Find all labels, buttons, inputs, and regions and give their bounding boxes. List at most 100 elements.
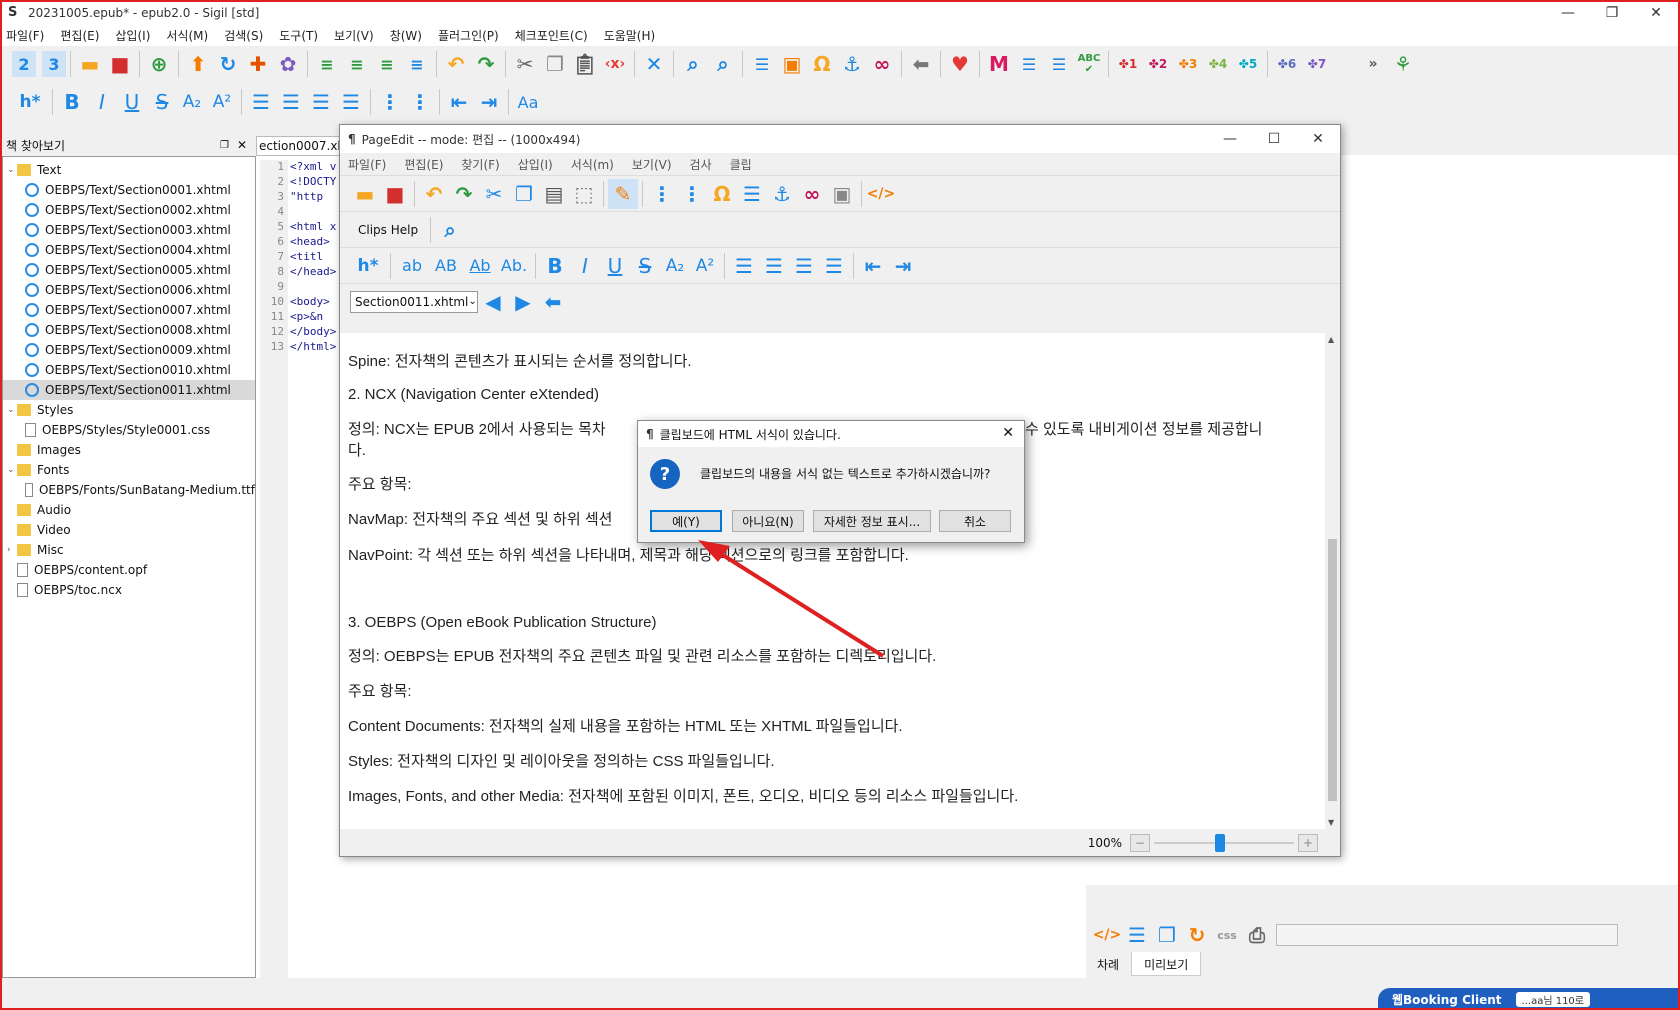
menu-edit[interactable]: 편집(E)	[60, 27, 99, 44]
italic-button[interactable]: I	[87, 87, 117, 117]
pe-image-icon[interactable]: ▣	[827, 179, 857, 209]
pe-toc-icon[interactable]: ☰	[737, 179, 767, 209]
tab-toc[interactable]: 차례	[1085, 952, 1131, 976]
tree-item[interactable]: OEBPS/Text/Section0006.xhtml	[3, 280, 255, 300]
taskbar-notification[interactable]: 웹Booking Client ...aa님 110로	[1378, 988, 1678, 1010]
pe-italic-button[interactable]: I	[570, 251, 600, 281]
back-arrow-icon[interactable]: ⬅	[906, 49, 936, 79]
menu-checkpoint[interactable]: 체크포인트(C)	[515, 27, 588, 44]
strikethrough-button[interactable]: S	[147, 87, 177, 117]
list-remove-icon[interactable]: ≡	[372, 49, 402, 79]
tree-item[interactable]: Audio	[3, 500, 255, 520]
superscript-button[interactable]: A²	[207, 87, 237, 117]
zoom-slider[interactable]	[1154, 833, 1294, 852]
collapse-arrow-icon[interactable]: ›	[7, 545, 17, 555]
pe-open-icon[interactable]: ▬	[350, 179, 380, 209]
pageedit-content[interactable]: Spine: 전자책의 콘텐츠가 표시되는 순서를 정의합니다. 2. NCX …	[340, 333, 1325, 829]
copy-page-icon[interactable]: ❐	[1152, 920, 1182, 950]
heart-icon[interactable]: ♥	[945, 49, 975, 79]
pe-copy-icon[interactable]: ❐	[509, 179, 539, 209]
plugin-5-icon[interactable]: ✤ 5	[1233, 49, 1263, 79]
spellcheck-icon[interactable]: ABC ✔	[1074, 49, 1104, 79]
code-tag-icon[interactable]: ‹x›	[600, 49, 630, 79]
subscript-button[interactable]: A₂	[177, 87, 207, 117]
tree-item[interactable]: OEBPS/Text/Section0002.xhtml	[3, 200, 255, 220]
indent-icon[interactable]: ⇥	[474, 87, 504, 117]
pe-undo-icon[interactable]: ↶	[419, 179, 449, 209]
list-view-icon[interactable]: ☰	[1014, 49, 1044, 79]
epub3-button[interactable]: 3	[42, 51, 66, 77]
menu-insert[interactable]: 삽입(I)	[115, 27, 150, 44]
list-add-icon[interactable]: ≡	[342, 49, 372, 79]
settings-gear-icon[interactable]: ✿	[273, 49, 303, 79]
tree-item[interactable]: › Misc	[3, 540, 255, 560]
pe-search-icon[interactable]: ⌕	[435, 215, 465, 245]
outdent-icon[interactable]: ⇤	[444, 87, 474, 117]
tree-item[interactable]: OEBPS/Styles/Style0001.css	[3, 420, 255, 440]
expand-arrow-icon[interactable]: ⌄	[7, 165, 17, 175]
x-icon[interactable]: ✕	[639, 49, 669, 79]
float-panel-icon[interactable]: ❐	[220, 140, 229, 151]
expand-arrow-icon[interactable]: ⌄	[7, 405, 17, 415]
pe-select-all-icon[interactable]: ⬚	[569, 179, 599, 209]
numbered-list-icon[interactable]: ⋮	[405, 87, 435, 117]
pe-save-icon[interactable]: ■	[380, 179, 410, 209]
add-file-icon[interactable]: ⊕	[144, 49, 174, 79]
bullet-list-icon[interactable]: ⋮	[375, 87, 405, 117]
pe-lowercase-button[interactable]: ab	[395, 251, 429, 281]
pe-bold-button[interactable]: B	[540, 251, 570, 281]
tree-item[interactable]: OEBPS/content.opf	[3, 560, 255, 580]
pe-strike-button[interactable]: S	[630, 251, 660, 281]
print-icon[interactable]: ⎙	[1242, 920, 1272, 950]
tree-item[interactable]: OEBPS/Text/Section0010.xhtml	[3, 360, 255, 380]
pe-close-button[interactable]: ✕	[1296, 128, 1340, 150]
pe-heading-dropdown[interactable]: h*	[350, 251, 386, 281]
close-button[interactable]: ✕	[1634, 2, 1678, 24]
pe-sup-button[interactable]: A²	[690, 251, 720, 281]
case-dropdown[interactable]: Aa	[513, 87, 543, 117]
pe-sentencecase-button[interactable]: Ab.	[497, 251, 531, 281]
pe-code-icon[interactable]: </>	[866, 179, 896, 209]
expand-arrow-icon[interactable]: ⌄	[7, 465, 17, 475]
metadata-m-icon[interactable]: M	[984, 49, 1014, 79]
plugin-1-icon[interactable]: ✤ 1	[1113, 49, 1143, 79]
anchor-icon[interactable]: ⚓︎	[837, 49, 867, 79]
pe-menu-find[interactable]: 찾기(F)	[461, 156, 499, 173]
plugin-3-icon[interactable]: ✤ 3	[1173, 49, 1203, 79]
pe-omega-icon[interactable]: Ω	[707, 179, 737, 209]
next-file-icon[interactable]: ▶	[508, 287, 538, 317]
pe-indent-icon[interactable]: ⇥	[888, 251, 918, 281]
redo-icon[interactable]: ↷	[471, 49, 501, 79]
pe-number-icon[interactable]: ⋮	[677, 179, 707, 209]
zoom-out-button[interactable]: −	[1130, 833, 1150, 852]
cut-icon[interactable]: ✂	[510, 49, 540, 79]
plugin-2-icon[interactable]: ✤ 2	[1143, 49, 1173, 79]
bold-button[interactable]: B	[57, 87, 87, 117]
tree-item[interactable]: Video	[3, 520, 255, 540]
pe-vertical-scrollbar[interactable]: ▲ ▼	[1325, 333, 1340, 829]
plugin-7-icon[interactable]: ✤ 7	[1302, 49, 1332, 79]
tree-item[interactable]: ⌄ Fonts	[3, 460, 255, 480]
menu-file[interactable]: 파일(F)	[6, 27, 44, 44]
tree-item[interactable]: OEBPS/Text/Section0001.xhtml	[3, 180, 255, 200]
list-forward-icon[interactable]: ≡	[402, 49, 432, 79]
list-indent-icon[interactable]: ≡	[312, 49, 342, 79]
report-icon[interactable]: ☰	[1044, 49, 1074, 79]
tree-item[interactable]: OEBPS/Text/Section0007.xhtml	[3, 300, 255, 320]
undo-icon[interactable]: ↶	[441, 49, 471, 79]
pe-titlecase-button[interactable]: Ab	[463, 251, 497, 281]
pe-justify-icon[interactable]: ☰	[819, 251, 849, 281]
tree-item[interactable]: OEBPS/Text/Section0008.xhtml	[3, 320, 255, 340]
pe-menu-view[interactable]: 보기(V)	[632, 156, 672, 173]
pe-outdent-icon[interactable]: ⇤	[858, 251, 888, 281]
pe-anchor-icon[interactable]: ⚓︎	[767, 179, 797, 209]
pe-maximize-button[interactable]: ☐	[1252, 128, 1296, 150]
pe-menu-inspect[interactable]: 검사	[690, 156, 712, 173]
pe-edit-mode-icon[interactable]: ✎	[608, 178, 638, 209]
tree-item[interactable]: OEBPS/Text/Section0004.xhtml	[3, 240, 255, 260]
validate-icon[interactable]: ⚘	[1388, 49, 1418, 79]
zoom-in-button[interactable]: +	[1298, 833, 1318, 852]
zoom-slider-thumb[interactable]	[1215, 833, 1226, 852]
minimize-button[interactable]: —	[1546, 2, 1590, 24]
reload-icon[interactable]: ↻	[1182, 920, 1212, 950]
